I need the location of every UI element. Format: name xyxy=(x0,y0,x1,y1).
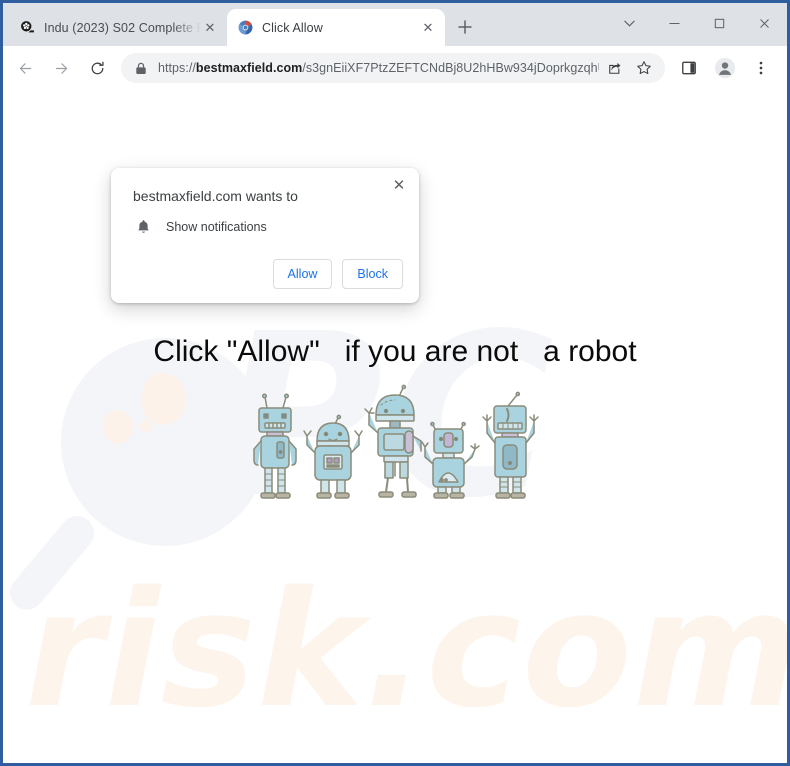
chevron-down-icon xyxy=(624,20,635,27)
magnifier-handle-shape xyxy=(3,509,102,617)
bell-icon xyxy=(133,217,153,237)
side-panel-icon[interactable] xyxy=(674,53,704,83)
browser-toolbar: https://bestmaxfield.com/s3gnEiiXF7PtzZE… xyxy=(3,46,787,90)
three-dot-menu-icon[interactable] xyxy=(746,53,776,83)
url-text: https://bestmaxfield.com/s3gnEiiXF7PtzZE… xyxy=(158,61,599,75)
forward-button[interactable] xyxy=(46,53,76,83)
minimize-icon xyxy=(669,22,680,24)
close-icon xyxy=(760,18,769,28)
dialog-close-button[interactable]: ✕ xyxy=(389,175,409,195)
tab-title: Click Allow xyxy=(262,20,323,35)
film-reel-icon xyxy=(19,20,35,36)
permission-label: Show notifications xyxy=(166,220,267,234)
tab-strip: Indu (2023) S02 Complete Benga ✕ Click A… xyxy=(3,3,787,46)
tab-close-button[interactable]: ✕ xyxy=(419,19,437,37)
back-button[interactable] xyxy=(10,53,40,83)
share-icon[interactable] xyxy=(601,55,627,81)
close-window-button[interactable] xyxy=(742,3,787,43)
block-button[interactable]: Block xyxy=(342,259,403,289)
watermark-risk-text: risk.com xyxy=(25,556,787,743)
reload-icon xyxy=(91,61,104,74)
star-icon[interactable] xyxy=(631,55,657,81)
profile-avatar-icon[interactable] xyxy=(710,53,740,83)
tab-click-allow[interactable]: Click Allow ✕ xyxy=(227,9,445,46)
chrome-icon xyxy=(237,20,253,36)
permission-row: Show notifications xyxy=(127,217,403,237)
lock-icon xyxy=(133,62,149,75)
tab-title: Indu (2023) S02 Complete Benga xyxy=(44,20,201,35)
new-tab-button[interactable] xyxy=(451,13,479,41)
browser-window: Indu (2023) S02 Complete Benga ✕ Click A… xyxy=(0,0,790,766)
minimize-button[interactable] xyxy=(652,3,697,43)
page-viewport: PC risk.com Click "Allow" if you are not… xyxy=(3,90,787,763)
robots-illustration xyxy=(3,381,787,506)
page-headline: Click "Allow" if you are not a robot xyxy=(153,335,637,368)
maximize-icon xyxy=(714,18,725,28)
tab-search-button[interactable] xyxy=(607,3,652,43)
reload-button[interactable] xyxy=(82,53,112,83)
five-cartoon-robots-svg xyxy=(253,384,539,499)
maximize-button[interactable] xyxy=(697,3,742,43)
tab-close-button[interactable]: ✕ xyxy=(201,19,219,37)
omnibox-actions xyxy=(599,55,659,81)
tab-indu[interactable]: Indu (2023) S02 Complete Benga ✕ xyxy=(9,9,227,46)
plus-icon xyxy=(458,20,472,34)
window-controls xyxy=(607,3,787,43)
address-bar[interactable]: https://bestmaxfield.com/s3gnEiiXF7PtzZE… xyxy=(121,53,665,83)
back-arrow-icon xyxy=(19,62,31,74)
allow-button[interactable]: Allow xyxy=(272,259,333,289)
dialog-buttons: Allow Block xyxy=(127,259,403,289)
notification-permission-dialog: ✕ bestmaxfield.com wants to Show notific… xyxy=(111,168,419,303)
forward-arrow-icon xyxy=(55,62,67,74)
dialog-title: bestmaxfield.com wants to xyxy=(133,188,298,204)
